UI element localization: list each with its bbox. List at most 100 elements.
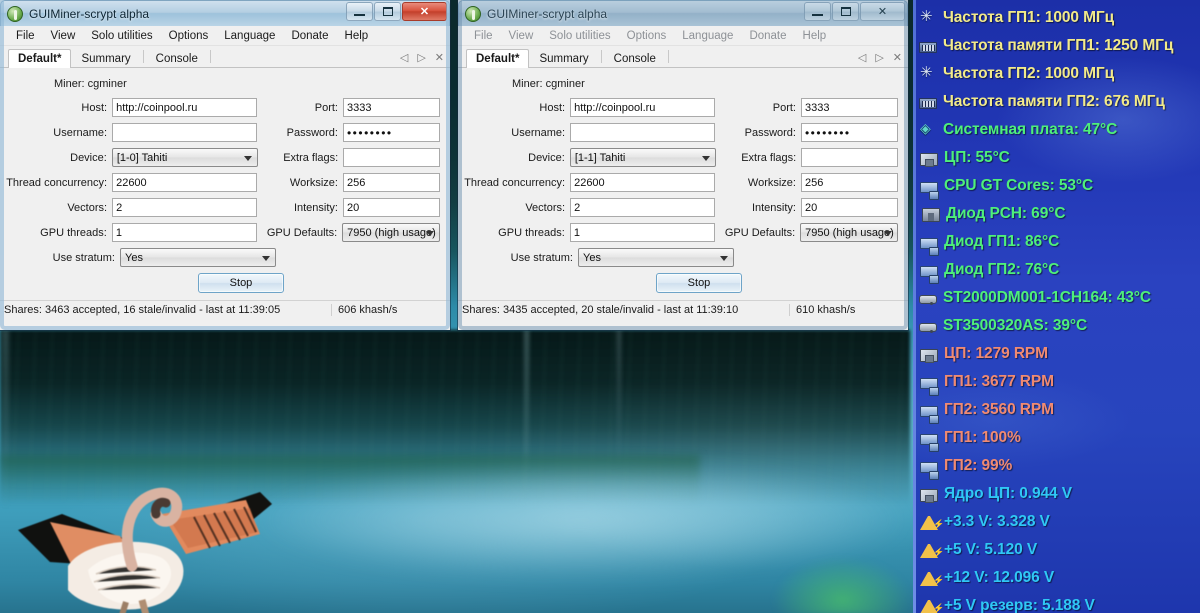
menu-solo-utilities[interactable]: Solo utilities <box>83 30 160 42</box>
menu-view[interactable]: View <box>501 30 542 42</box>
guiminer-window-1[interactable]: GUIMiner-scrypt alpha ✕ File View Solo u… <box>0 0 450 330</box>
tab-console[interactable]: Console <box>146 49 208 68</box>
menu-options[interactable]: Options <box>161 30 217 42</box>
extra-flags-input[interactable] <box>343 148 440 167</box>
minimize-button[interactable] <box>804 2 831 21</box>
tab-navigation[interactable]: ◁ ▷ ✕ <box>400 51 444 64</box>
hashrate-status: 610 khash/s <box>796 303 856 316</box>
monitor-icon <box>920 433 939 452</box>
tab-summary[interactable]: Summary <box>529 49 598 68</box>
monitor-line-text: CPU GT Cores: 53°C <box>944 177 1094 194</box>
tab-default[interactable]: Default* <box>8 49 72 68</box>
menu-language[interactable]: Language <box>216 30 283 42</box>
menu-donate[interactable]: Donate <box>741 30 794 42</box>
window-controls[interactable]: ✕ <box>346 2 447 21</box>
tab-next-icon[interactable]: ▷ <box>417 51 425 64</box>
tab-navigation[interactable]: ◁ ▷ ✕ <box>858 51 902 64</box>
title-bar[interactable]: GUIMiner-scrypt alpha ✕ <box>458 0 908 26</box>
gpu-defaults-select[interactable]: 7950 (high usage) <box>800 223 898 242</box>
tab-prev-icon[interactable]: ◁ <box>858 51 866 64</box>
gpu-defaults-select[interactable]: 7950 (high usage) <box>342 223 440 242</box>
memory-icon <box>919 41 937 53</box>
worksize-input[interactable]: 256 <box>342 173 440 192</box>
close-button[interactable]: ✕ <box>402 2 447 21</box>
intensity-input[interactable]: 20 <box>800 198 898 217</box>
extra-flags-input[interactable] <box>801 148 898 167</box>
gpu-threads-input[interactable]: 1 <box>111 223 257 242</box>
tab-strip[interactable]: Default* Summary Console ◁ ▷ ✕ <box>0 46 450 68</box>
menu-help[interactable]: Help <box>337 30 377 42</box>
vectors-input[interactable]: 2 <box>112 198 258 217</box>
tab-console[interactable]: Console <box>604 49 666 68</box>
monitor-line: ST3500320AS: 39°C <box>913 312 1200 340</box>
window-controls[interactable]: ✕ <box>804 2 905 21</box>
thread-concurrency-input[interactable]: 22600 <box>570 173 716 192</box>
monitor-line-text: Диод ГП1: 86°C <box>944 233 1060 250</box>
monitor-line: +5 V: 5.120 V <box>913 536 1200 564</box>
tab-strip[interactable]: Default* Summary Console ◁ ▷ ✕ <box>458 46 908 68</box>
minimize-button[interactable] <box>346 2 373 21</box>
row-device-flags: Device: [1-0] Tahiti Extra flags: <box>6 148 440 167</box>
device-select[interactable]: [1-0] Tahiti <box>111 148 258 167</box>
monitor-line-list: Частота ГП1: 1000 МГц Частота памяти ГП1:… <box>913 4 1200 613</box>
use-stratum-select[interactable]: Yes <box>578 248 734 267</box>
monitor-line-text: ST3500320AS: 39°C <box>943 317 1088 334</box>
thread-concurrency-input[interactable]: 22600 <box>112 173 258 192</box>
username-label: Username: <box>53 126 108 139</box>
monitor-line-text: +5 V резерв: 5.188 V <box>944 597 1095 613</box>
gpu-threads-label: GPU threads: <box>498 226 565 239</box>
monitor-line: ГП1: 3677 RPM <box>913 368 1200 396</box>
tab-prev-icon[interactable]: ◁ <box>400 51 408 64</box>
row-use-stratum: Use stratum: Yes <box>464 248 898 267</box>
monitor-line: Диод ГП2: 76°C <box>913 256 1200 284</box>
host-input[interactable]: http://coinpool.ru <box>570 98 716 117</box>
voltage-warning-icon <box>920 572 944 586</box>
miner-settings-panel: Miner: cgminer Host: http://coinpool.ru … <box>458 68 908 293</box>
monitor-line-text: +5 V: 5.120 V <box>944 541 1038 558</box>
tab-summary[interactable]: Summary <box>71 49 140 68</box>
port-input[interactable]: 3333 <box>342 98 440 117</box>
intensity-label: Intensity: <box>293 201 338 214</box>
close-button[interactable]: ✕ <box>860 2 905 21</box>
host-input[interactable]: http://coinpool.ru <box>112 98 258 117</box>
hard-disk-icon <box>919 295 937 305</box>
monitor-line: Частота ГП2: 1000 МГц <box>913 60 1200 88</box>
password-input[interactable]: •••••••• <box>342 123 440 142</box>
menu-donate[interactable]: Donate <box>283 30 336 42</box>
worksize-input[interactable]: 256 <box>800 173 898 192</box>
tab-close-icon[interactable]: ✕ <box>893 51 902 64</box>
username-input[interactable] <box>570 123 716 142</box>
username-input[interactable] <box>112 123 258 142</box>
menu-bar[interactable]: File View Solo utilities Options Languag… <box>0 26 450 46</box>
menu-language[interactable]: Language <box>674 30 741 42</box>
maximize-button[interactable] <box>832 2 859 21</box>
menu-help[interactable]: Help <box>795 30 835 42</box>
menu-solo-utilities[interactable]: Solo utilities <box>541 30 618 42</box>
menu-file[interactable]: File <box>8 30 43 42</box>
menu-view[interactable]: View <box>43 30 84 42</box>
row-device-flags: Device: [1-1] Tahiti Extra flags: <box>464 148 898 167</box>
menu-bar[interactable]: File View Solo utilities Options Languag… <box>458 26 908 46</box>
intensity-input[interactable]: 20 <box>342 198 440 217</box>
menu-options[interactable]: Options <box>619 30 675 42</box>
monitor-line-text: Частота памяти ГП2: 676 МГц <box>943 93 1165 110</box>
tab-next-icon[interactable]: ▷ <box>875 51 883 64</box>
use-stratum-label: Use stratum: <box>52 251 115 264</box>
stop-button[interactable]: Stop <box>656 273 742 293</box>
tab-close-icon[interactable]: ✕ <box>435 51 444 64</box>
menu-file[interactable]: File <box>466 30 501 42</box>
gpu-threads-input[interactable]: 1 <box>569 223 715 242</box>
maximize-button[interactable] <box>374 2 401 21</box>
guiminer-window-2[interactable]: GUIMiner-scrypt alpha ✕ File View Solo u… <box>458 0 908 330</box>
use-stratum-select[interactable]: Yes <box>120 248 276 267</box>
vectors-input[interactable]: 2 <box>570 198 716 217</box>
tab-default[interactable]: Default* <box>466 49 530 68</box>
port-input[interactable]: 3333 <box>800 98 898 117</box>
password-input[interactable]: •••••••• <box>800 123 898 142</box>
title-bar[interactable]: GUIMiner-scrypt alpha ✕ <box>0 0 450 26</box>
monitor-line: +5 V резерв: 5.188 V <box>913 592 1200 613</box>
gpu-defaults-label: GPU Defaults: <box>724 226 796 239</box>
stop-button[interactable]: Stop <box>198 273 284 293</box>
device-select[interactable]: [1-1] Tahiti <box>569 148 716 167</box>
shares-status: Shares: 3435 accepted, 20 stale/invalid … <box>458 303 790 316</box>
